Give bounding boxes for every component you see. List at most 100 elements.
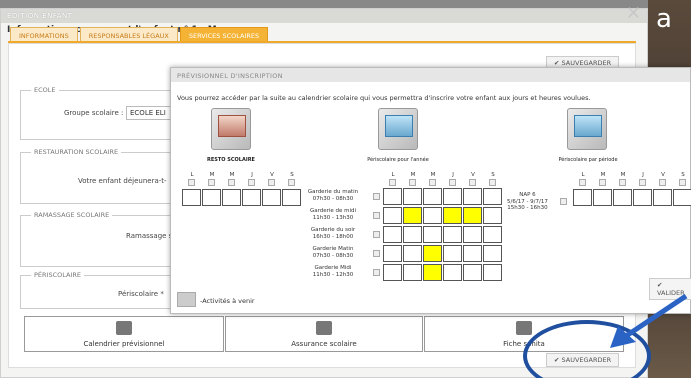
periscolaire-day-cell[interactable] (483, 188, 502, 205)
periode-day-cell[interactable] (653, 189, 672, 206)
periode-day-cell[interactable] (593, 189, 612, 206)
day-checkbox[interactable] (208, 179, 215, 186)
resto-scolaire-label: RESTO SCOLAIRE (207, 157, 255, 163)
previsionnel-dialog: PRÉVISIONNEL D'INSCRIPTION Vous pourrez … (170, 67, 691, 314)
day-checkbox[interactable] (639, 179, 646, 186)
background-letter: a (656, 4, 672, 34)
day-checkbox[interactable] (469, 179, 476, 186)
nap-time: 15h30 - 16h30 (507, 205, 548, 211)
periscolaire-day-cell[interactable] (423, 264, 442, 281)
day-checkbox[interactable] (489, 179, 496, 186)
periscolaire-day-cell[interactable] (483, 226, 502, 243)
day-label: L (190, 172, 194, 178)
periscolaire-day-cell[interactable] (463, 188, 482, 205)
nap-checkbox[interactable] (560, 198, 567, 205)
day-label: L (391, 172, 395, 178)
day-label: S (681, 172, 685, 178)
day-label: V (661, 172, 665, 178)
periscolaire-day-cell[interactable] (403, 207, 422, 224)
periscolaire-day-cell[interactable] (463, 264, 482, 281)
day-checkbox[interactable] (429, 179, 436, 186)
periscolaire-day-cell[interactable] (423, 207, 442, 224)
day-checkbox[interactable] (579, 179, 586, 186)
day-checkbox[interactable] (228, 179, 235, 186)
day-checkbox[interactable] (389, 179, 396, 186)
periscolaire-day-cell[interactable] (383, 226, 402, 243)
periscolaire-day-cell[interactable] (383, 207, 402, 224)
periscolaire-day-cell[interactable] (403, 264, 422, 281)
periscolaire-annee-icon[interactable] (378, 108, 418, 150)
calendrier-previsionnel-button[interactable]: Calendrier prévisionnel (24, 316, 224, 352)
day-label: S (491, 172, 495, 178)
resto-day-cell[interactable] (202, 189, 221, 206)
periscolaire-day-cell[interactable] (463, 245, 482, 262)
section-legend: RESTAURATION SCOLAIRE (31, 148, 122, 156)
day-label: S (290, 172, 294, 178)
periscolaire-day-cell[interactable] (443, 226, 462, 243)
section-legend: PÉRISCOLAIRE (31, 271, 84, 279)
periscolaire-day-cell[interactable] (443, 188, 462, 205)
periscolaire-day-cell[interactable] (443, 245, 462, 262)
day-label: M (620, 172, 626, 178)
periode-day-cell[interactable] (573, 189, 592, 206)
legend-text: -Activités à venir (200, 297, 255, 305)
dialog-description: Vous pourrez accéder par la suite au cal… (177, 94, 591, 102)
day-label: V (471, 172, 475, 178)
row-checkbox[interactable] (373, 269, 380, 276)
resto-day-cell[interactable] (242, 189, 261, 206)
periscolaire-day-cell[interactable] (463, 207, 482, 224)
nap-label: NAP 6 5/6/17 - 9/7/17 15h30 - 16h30 (507, 192, 548, 212)
resto-scolaire-icon[interactable] (211, 108, 251, 150)
periscolaire-day-cell[interactable] (483, 264, 502, 281)
periscolaire-periode-icon[interactable] (567, 108, 607, 150)
annotation-arrow (610, 293, 688, 348)
periscolaire-day-cell[interactable] (383, 188, 402, 205)
resto-day-cell[interactable] (222, 189, 241, 206)
row-checkbox[interactable] (373, 193, 380, 200)
assurance-scolaire-button[interactable]: Assurance scolaire (225, 316, 423, 352)
day-checkbox[interactable] (679, 179, 686, 186)
day-label: M (209, 172, 215, 178)
periscolaire-day-cell[interactable] (383, 245, 402, 262)
day-checkbox[interactable] (659, 179, 666, 186)
day-checkbox[interactable] (288, 179, 295, 186)
restauration-label: Votre enfant déjeunera-t- (78, 177, 167, 185)
row-checkbox[interactable] (373, 250, 380, 257)
groupe-scolaire-select[interactable]: ECOLE ELI (126, 106, 176, 120)
close-icon[interactable]: ✕ (626, 3, 641, 24)
periscolaire-day-cell[interactable] (403, 226, 422, 243)
section-legend: RAMASSAGE SCOLAIRE (31, 211, 113, 219)
day-checkbox[interactable] (619, 179, 626, 186)
day-checkbox[interactable] (188, 179, 195, 186)
periscolaire-day-cell[interactable] (423, 245, 442, 262)
calendar-icon (116, 321, 132, 335)
row-checkbox[interactable] (373, 212, 380, 219)
periode-day-cell[interactable] (633, 189, 652, 206)
day-checkbox[interactable] (268, 179, 275, 186)
day-checkbox[interactable] (449, 179, 456, 186)
row-time: 07h30 - 08h30 (312, 195, 354, 202)
day-checkbox[interactable] (409, 179, 416, 186)
periscolaire-day-cell[interactable] (443, 264, 462, 281)
periscolaire-day-cell[interactable] (423, 188, 442, 205)
periscolaire-day-cell[interactable] (443, 207, 462, 224)
day-checkbox[interactable] (599, 179, 606, 186)
periscolaire-day-cell[interactable] (483, 207, 502, 224)
calendrier-label: Calendrier prévisionnel (83, 340, 165, 348)
resto-day-cell[interactable] (182, 189, 201, 206)
periode-day-cell[interactable] (613, 189, 632, 206)
row-checkbox[interactable] (373, 231, 380, 238)
periscolaire-day-cell[interactable] (423, 226, 442, 243)
dialog-title: PRÉVISIONNEL D'INSCRIPTION (171, 68, 690, 82)
assurance-label: Assurance scolaire (291, 340, 357, 348)
periscolaire-row-label: Garderie du soir 16h30 - 18h00 (291, 227, 375, 240)
periode-day-cell[interactable] (673, 189, 691, 206)
day-checkbox[interactable] (248, 179, 255, 186)
periscolaire-day-cell[interactable] (463, 226, 482, 243)
periscolaire-day-cell[interactable] (403, 188, 422, 205)
resto-day-cell[interactable] (262, 189, 281, 206)
periscolaire-day-cell[interactable] (403, 245, 422, 262)
periscolaire-day-cell[interactable] (383, 264, 402, 281)
periscolaire-day-cell[interactable] (483, 245, 502, 262)
screen: a EDITION ENFANT ✕ Informations concerna… (0, 0, 691, 378)
